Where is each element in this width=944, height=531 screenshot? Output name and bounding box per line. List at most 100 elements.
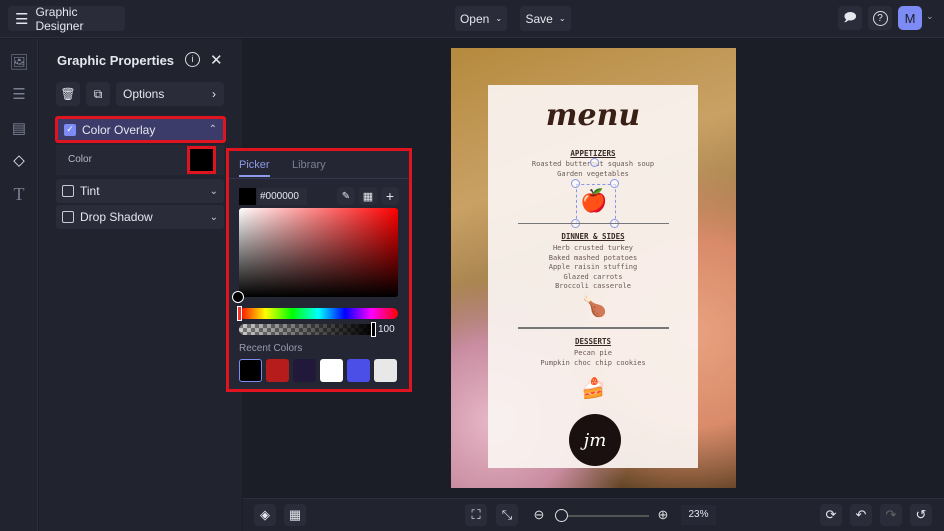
menu-item: Pumpkin choc chip cookies <box>540 358 646 367</box>
properties-panel <box>39 39 242 531</box>
color-label: Color <box>68 154 92 165</box>
menu-item: Glazed carrots <box>563 272 623 281</box>
menu-section[interactable]: DESSERTS Pecan pie Pumpkin choc chip coo… <box>488 337 698 368</box>
duplicate-button[interactable]: ⧉ <box>86 82 110 106</box>
close-icon[interactable]: ✕ <box>210 51 223 69</box>
tool-rail: 🖼 ☰ ▤ ◇ T <box>0 39 38 531</box>
tab-picker[interactable]: Picker <box>239 159 270 177</box>
recent-color-swatch[interactable] <box>320 359 343 382</box>
section-heading: DESSERTS <box>574 337 612 346</box>
refresh-icon[interactable]: ⟳ <box>820 504 842 526</box>
comments-button[interactable]: 🗩 <box>838 6 862 30</box>
checkbox[interactable] <box>62 211 74 223</box>
help-button[interactable]: ? <box>868 6 892 30</box>
resize-handle[interactable] <box>610 179 619 188</box>
open-label: Open <box>459 11 490 26</box>
sliders-icon[interactable]: ☰ <box>9 85 29 105</box>
divider <box>518 223 669 224</box>
section-label: Color Overlay <box>82 122 156 137</box>
menu-title[interactable]: menu <box>488 98 698 133</box>
options-label: Options <box>123 87 165 101</box>
comment-icon: 🗩 <box>843 9 857 24</box>
saturation-area[interactable] <box>239 208 398 297</box>
text-icon[interactable]: T <box>9 184 29 204</box>
menu-section[interactable]: DINNER & SIDES Herb crusted turkey Baked… <box>488 232 698 292</box>
zoom-out-icon[interactable]: ⊖ <box>528 504 550 526</box>
recent-color-swatch[interactable] <box>293 359 316 382</box>
rotate-handle[interactable] <box>590 158 599 167</box>
save-button[interactable]: Save ⌄ <box>520 6 571 31</box>
options-button[interactable]: Options › <box>116 82 224 106</box>
grid-icon[interactable]: ▦ <box>359 187 377 205</box>
hamburger-icon: ☰ <box>15 10 29 28</box>
current-color-swatch <box>239 188 256 205</box>
top-bar: ☰ Graphic Designer Open ⌄ Save ⌄ 🗩 ? M ⌄ <box>0 0 944 38</box>
chevron-down-icon[interactable]: ⌄ <box>926 11 934 22</box>
zoom-value[interactable]: 23% <box>681 505 716 525</box>
cake-icon[interactable]: 🍰 <box>581 376 606 401</box>
trash-icon: 🗑 <box>60 87 76 101</box>
image-icon[interactable]: 🖼 <box>9 53 29 73</box>
grid-view-icon[interactable]: ▦ <box>284 504 306 526</box>
undo-icon[interactable]: ↶ <box>850 504 872 526</box>
app-title: Graphic Designer <box>35 4 84 33</box>
turkey-icon[interactable]: 🍗 <box>582 294 607 319</box>
help-icon: ? <box>872 10 888 26</box>
menu-item: Apple raisin stuffing <box>548 263 638 271</box>
app-menu-button[interactable]: ☰ Graphic Designer <box>8 4 125 33</box>
hue-handle[interactable] <box>237 306 242 321</box>
checkbox[interactable] <box>62 185 74 197</box>
section-drop-shadow[interactable]: Drop Shadow ⌄ <box>56 205 224 229</box>
saturation-handle[interactable] <box>232 291 244 303</box>
chevron-down-icon: ⌄ <box>209 211 218 223</box>
chevron-down-icon: ⌄ <box>209 185 218 197</box>
chevron-down-icon: ⌄ <box>558 14 566 23</box>
history-icon[interactable]: ↺ <box>910 504 932 526</box>
redo-icon[interactable]: ↷ <box>880 504 902 526</box>
panel-title: Graphic Properties <box>57 53 175 68</box>
zoom-slider[interactable] <box>555 515 649 517</box>
shapes-icon[interactable]: ◇ <box>9 151 29 171</box>
menu-item: Broccoli casserole <box>555 282 631 290</box>
logo[interactable]: jm <box>569 414 621 466</box>
divider <box>518 327 669 329</box>
opacity-value: 100 <box>378 324 395 335</box>
checkbox-checked[interactable]: ✓ <box>64 123 76 136</box>
fit-screen-icon[interactable]: ⛶ <box>465 504 487 526</box>
add-color-icon[interactable]: + <box>381 187 399 205</box>
recent-color-swatch[interactable] <box>374 359 397 382</box>
opacity-slider[interactable] <box>239 324 374 335</box>
open-button[interactable]: Open ⌄ <box>455 6 507 31</box>
tab-library[interactable]: Library <box>292 159 326 171</box>
hex-input[interactable]: #000000 <box>257 188 307 205</box>
shrink-icon[interactable]: ⤡ <box>496 504 518 526</box>
section-tint[interactable]: Tint ⌄ <box>56 179 224 203</box>
info-icon[interactable]: i <box>185 52 200 67</box>
zoom-slider-handle[interactable] <box>555 509 568 522</box>
eyedropper-icon[interactable]: ✎ <box>337 187 355 205</box>
layers-icon[interactable]: ◈ <box>254 504 276 526</box>
recent-color-swatch[interactable] <box>266 359 289 382</box>
section-heading: DINNER & SIDES <box>561 232 625 241</box>
chevron-down-icon: ⌄ <box>495 14 503 23</box>
recent-colors-label: Recent Colors <box>239 343 303 354</box>
delete-button[interactable]: 🗑 <box>56 82 80 106</box>
hue-slider[interactable] <box>239 308 398 319</box>
avatar[interactable]: M <box>898 6 922 30</box>
section-color-overlay[interactable]: ✓ Color Overlay ⌃ <box>55 116 226 143</box>
recent-color-swatch[interactable] <box>239 359 262 382</box>
bottom-toolbar: ◈ ▦ ⛶ ⤡ ⊖ ⊕ 23% ⟳ ↶ ↷ ↺ <box>243 498 944 531</box>
zoom-in-icon[interactable]: ⊕ <box>652 504 674 526</box>
avatar-initial: M <box>904 10 916 26</box>
selection-box[interactable] <box>576 184 616 224</box>
section-heading: APPETIZERS <box>570 149 616 158</box>
recent-color-swatch[interactable] <box>347 359 370 382</box>
opacity-handle[interactable] <box>371 322 376 337</box>
menu-item: Garden vegetables <box>557 169 629 178</box>
logo-text: jm <box>583 429 607 451</box>
layout-icon[interactable]: ▤ <box>9 119 29 139</box>
duplicate-icon: ⧉ <box>93 86 103 101</box>
resize-handle[interactable] <box>571 179 580 188</box>
color-swatch-button[interactable] <box>187 146 216 174</box>
section-label: Drop Shadow <box>80 210 153 224</box>
